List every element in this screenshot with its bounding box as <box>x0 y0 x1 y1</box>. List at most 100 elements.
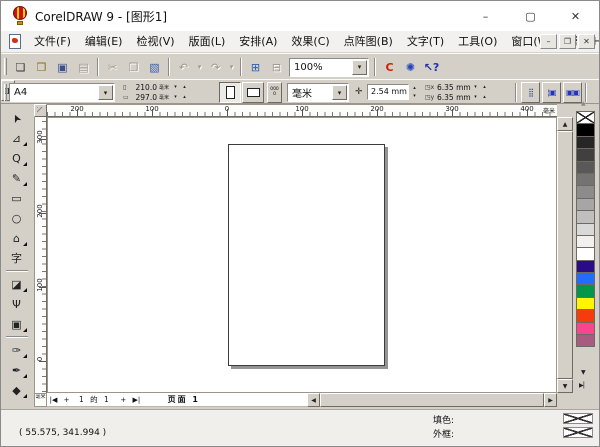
nudge-spin-down[interactable]: ▾ <box>410 92 419 100</box>
menu-item-view[interactable]: 检视(V) <box>129 31 181 52</box>
application-launcher-button[interactable]: C <box>379 57 400 78</box>
freehand-tool[interactable]: ✎ <box>6 169 28 187</box>
first-page-button[interactable]: |◀ <box>47 393 60 406</box>
units-combobox[interactable]: 毫米 ▾ <box>287 83 349 102</box>
close-button[interactable]: ✕ <box>553 2 598 30</box>
toolbar-drag-handle[interactable] <box>4 58 7 75</box>
width-spin-up[interactable]: ▴ <box>180 83 189 92</box>
print-button[interactable]: ▤ <box>73 57 94 78</box>
vertical-scrollbar[interactable]: ▲ ▼ <box>557 117 573 393</box>
palette-scroll-down-button[interactable]: ▼ <box>581 369 586 376</box>
text-tool[interactable]: 字 <box>6 249 28 267</box>
height-spin-up[interactable]: ▴ <box>180 93 189 102</box>
menu-item-tools[interactable]: 工具(O) <box>451 31 504 52</box>
menu-item-bitmaps[interactable]: 点阵图(B) <box>337 31 400 52</box>
palette-swatch-5[interactable] <box>576 173 595 186</box>
pick-tool[interactable]: ➤ <box>6 109 28 127</box>
chevron-down-icon[interactable]: ▾ <box>332 85 347 100</box>
ruler-origin-button[interactable] <box>34 104 47 117</box>
document-restore-button[interactable]: ❐ <box>559 34 576 49</box>
redo-button[interactable]: ↷ <box>205 57 226 78</box>
palette-swatch-11[interactable] <box>576 247 595 260</box>
dup-x-spin-up[interactable]: ▴ <box>480 83 489 92</box>
eyedropper-tool[interactable]: ✑ <box>6 341 28 359</box>
width-spin-down[interactable]: ▾ <box>171 83 180 92</box>
snap-to-guidelines-button[interactable]: ¦▣ <box>542 82 561 103</box>
chevron-down-icon[interactable]: ▾ <box>98 85 113 100</box>
import-button[interactable]: ⊞ <box>245 57 266 78</box>
propbar-drag-handle[interactable] <box>4 84 7 101</box>
minimize-button[interactable]: – <box>463 2 508 30</box>
palette-swatch-3[interactable] <box>576 148 595 161</box>
chevron-down-icon[interactable]: ▾ <box>352 60 367 75</box>
menu-item-edit[interactable]: 编辑(E) <box>78 31 130 52</box>
cut-button[interactable]: ✂ <box>102 57 123 78</box>
export-button[interactable]: ⊟ <box>266 57 287 78</box>
horizontal-ruler[interactable]: 毫米 2001000100200300400 <box>47 104 557 117</box>
fill-tool[interactable]: ◆ <box>6 381 28 399</box>
document-minimize-button[interactable]: – <box>540 34 557 49</box>
undo-dropdown[interactable]: ▾ <box>194 57 205 78</box>
set-default-page-button[interactable]: 000 0 <box>267 82 282 103</box>
dup-x-spin-down[interactable]: ▾ <box>471 83 480 92</box>
palette-swatch-4[interactable] <box>576 161 595 174</box>
zoom-level-combobox[interactable]: 100%▾ <box>289 58 369 77</box>
palette-no-color-swatch[interactable] <box>576 111 595 124</box>
outline-tool[interactable]: ✒ <box>6 361 28 379</box>
duplicate-y-field[interactable]: 6.35 mm <box>437 93 471 102</box>
palette-swatch-7[interactable] <box>576 198 595 211</box>
shape-tool[interactable]: ⊿ <box>6 129 28 147</box>
palette-scroll-up-button[interactable]: ▲ <box>581 100 586 107</box>
palette-expand-button[interactable]: ▶▏ <box>579 382 588 389</box>
interactive-blend-tool[interactable]: ▣ <box>6 315 28 333</box>
palette-swatch-1[interactable] <box>576 123 595 136</box>
menu-item-effects[interactable]: 效果(C) <box>284 31 336 52</box>
drawing-canvas[interactable] <box>47 117 557 393</box>
palette-swatch-18[interactable] <box>576 334 595 347</box>
open-button[interactable]: ❒ <box>31 57 52 78</box>
duplicate-x-field[interactable]: 6.35 mm <box>437 83 471 92</box>
horizontal-scrollbar-thumb[interactable] <box>320 393 544 407</box>
scroll-right-button[interactable]: ▶ <box>544 393 557 407</box>
corel-online-button[interactable]: ✺ <box>400 57 421 78</box>
vertical-ruler[interactable]: 3002001000 <box>34 117 47 393</box>
save-button[interactable]: ▣ <box>52 57 73 78</box>
palette-swatch-8[interactable] <box>576 210 595 223</box>
interactive-fill-tool[interactable]: ◪ <box>6 275 28 293</box>
palette-swatch-13[interactable] <box>576 272 595 285</box>
page-outline[interactable] <box>228 144 385 366</box>
nudge-offset-field[interactable]: 2.54 mm <box>367 84 409 100</box>
new-button[interactable]: ❏ <box>10 57 31 78</box>
palette-swatch-14[interactable] <box>576 284 595 297</box>
rectangle-tool[interactable]: ▭ <box>6 189 28 207</box>
landscape-button[interactable] <box>242 82 264 103</box>
height-spin-down[interactable]: ▾ <box>171 93 180 102</box>
nudge-spin-up[interactable]: ▴ <box>410 84 419 92</box>
paper-type-combobox[interactable]: A4 ▾ <box>9 83 115 102</box>
add-page-after-button[interactable]: + <box>117 393 130 406</box>
palette-swatch-15[interactable] <box>576 297 595 310</box>
palette-swatch-2[interactable] <box>576 136 595 149</box>
dup-y-spin-up[interactable]: ▴ <box>480 93 489 102</box>
palette-swatch-6[interactable] <box>576 185 595 198</box>
menu-item-file[interactable]: 文件(F) <box>27 31 78 52</box>
add-page-before-button[interactable]: + <box>60 393 73 406</box>
maximize-button[interactable]: ▢ <box>508 2 553 30</box>
interactive-transparency-tool[interactable]: Ψ <box>6 295 28 313</box>
menu-item-layout[interactable]: 版面(L) <box>182 31 233 52</box>
menu-item-text[interactable]: 文字(T) <box>400 31 451 52</box>
copy-button[interactable]: ❐ <box>123 57 144 78</box>
vertical-scrollbar-thumb[interactable] <box>557 131 573 379</box>
scroll-down-button[interactable]: ▼ <box>557 379 573 393</box>
redo-dropdown[interactable]: ▾ <box>226 57 237 78</box>
page-tab[interactable]: 页面 1 <box>151 393 217 406</box>
menu-item-arrange[interactable]: 安排(A) <box>232 31 284 52</box>
zoom-tool[interactable]: Q <box>6 149 28 167</box>
portrait-button[interactable] <box>219 82 241 103</box>
palette-swatch-16[interactable] <box>576 309 595 322</box>
paper-width-field[interactable]: 210.0 <box>131 83 157 92</box>
last-page-button[interactable]: ▶| <box>130 393 143 406</box>
ellipse-tool[interactable]: ○ <box>6 209 28 227</box>
palette-swatch-9[interactable] <box>576 223 595 236</box>
whats-this-help-button[interactable]: ↖? <box>421 57 442 78</box>
